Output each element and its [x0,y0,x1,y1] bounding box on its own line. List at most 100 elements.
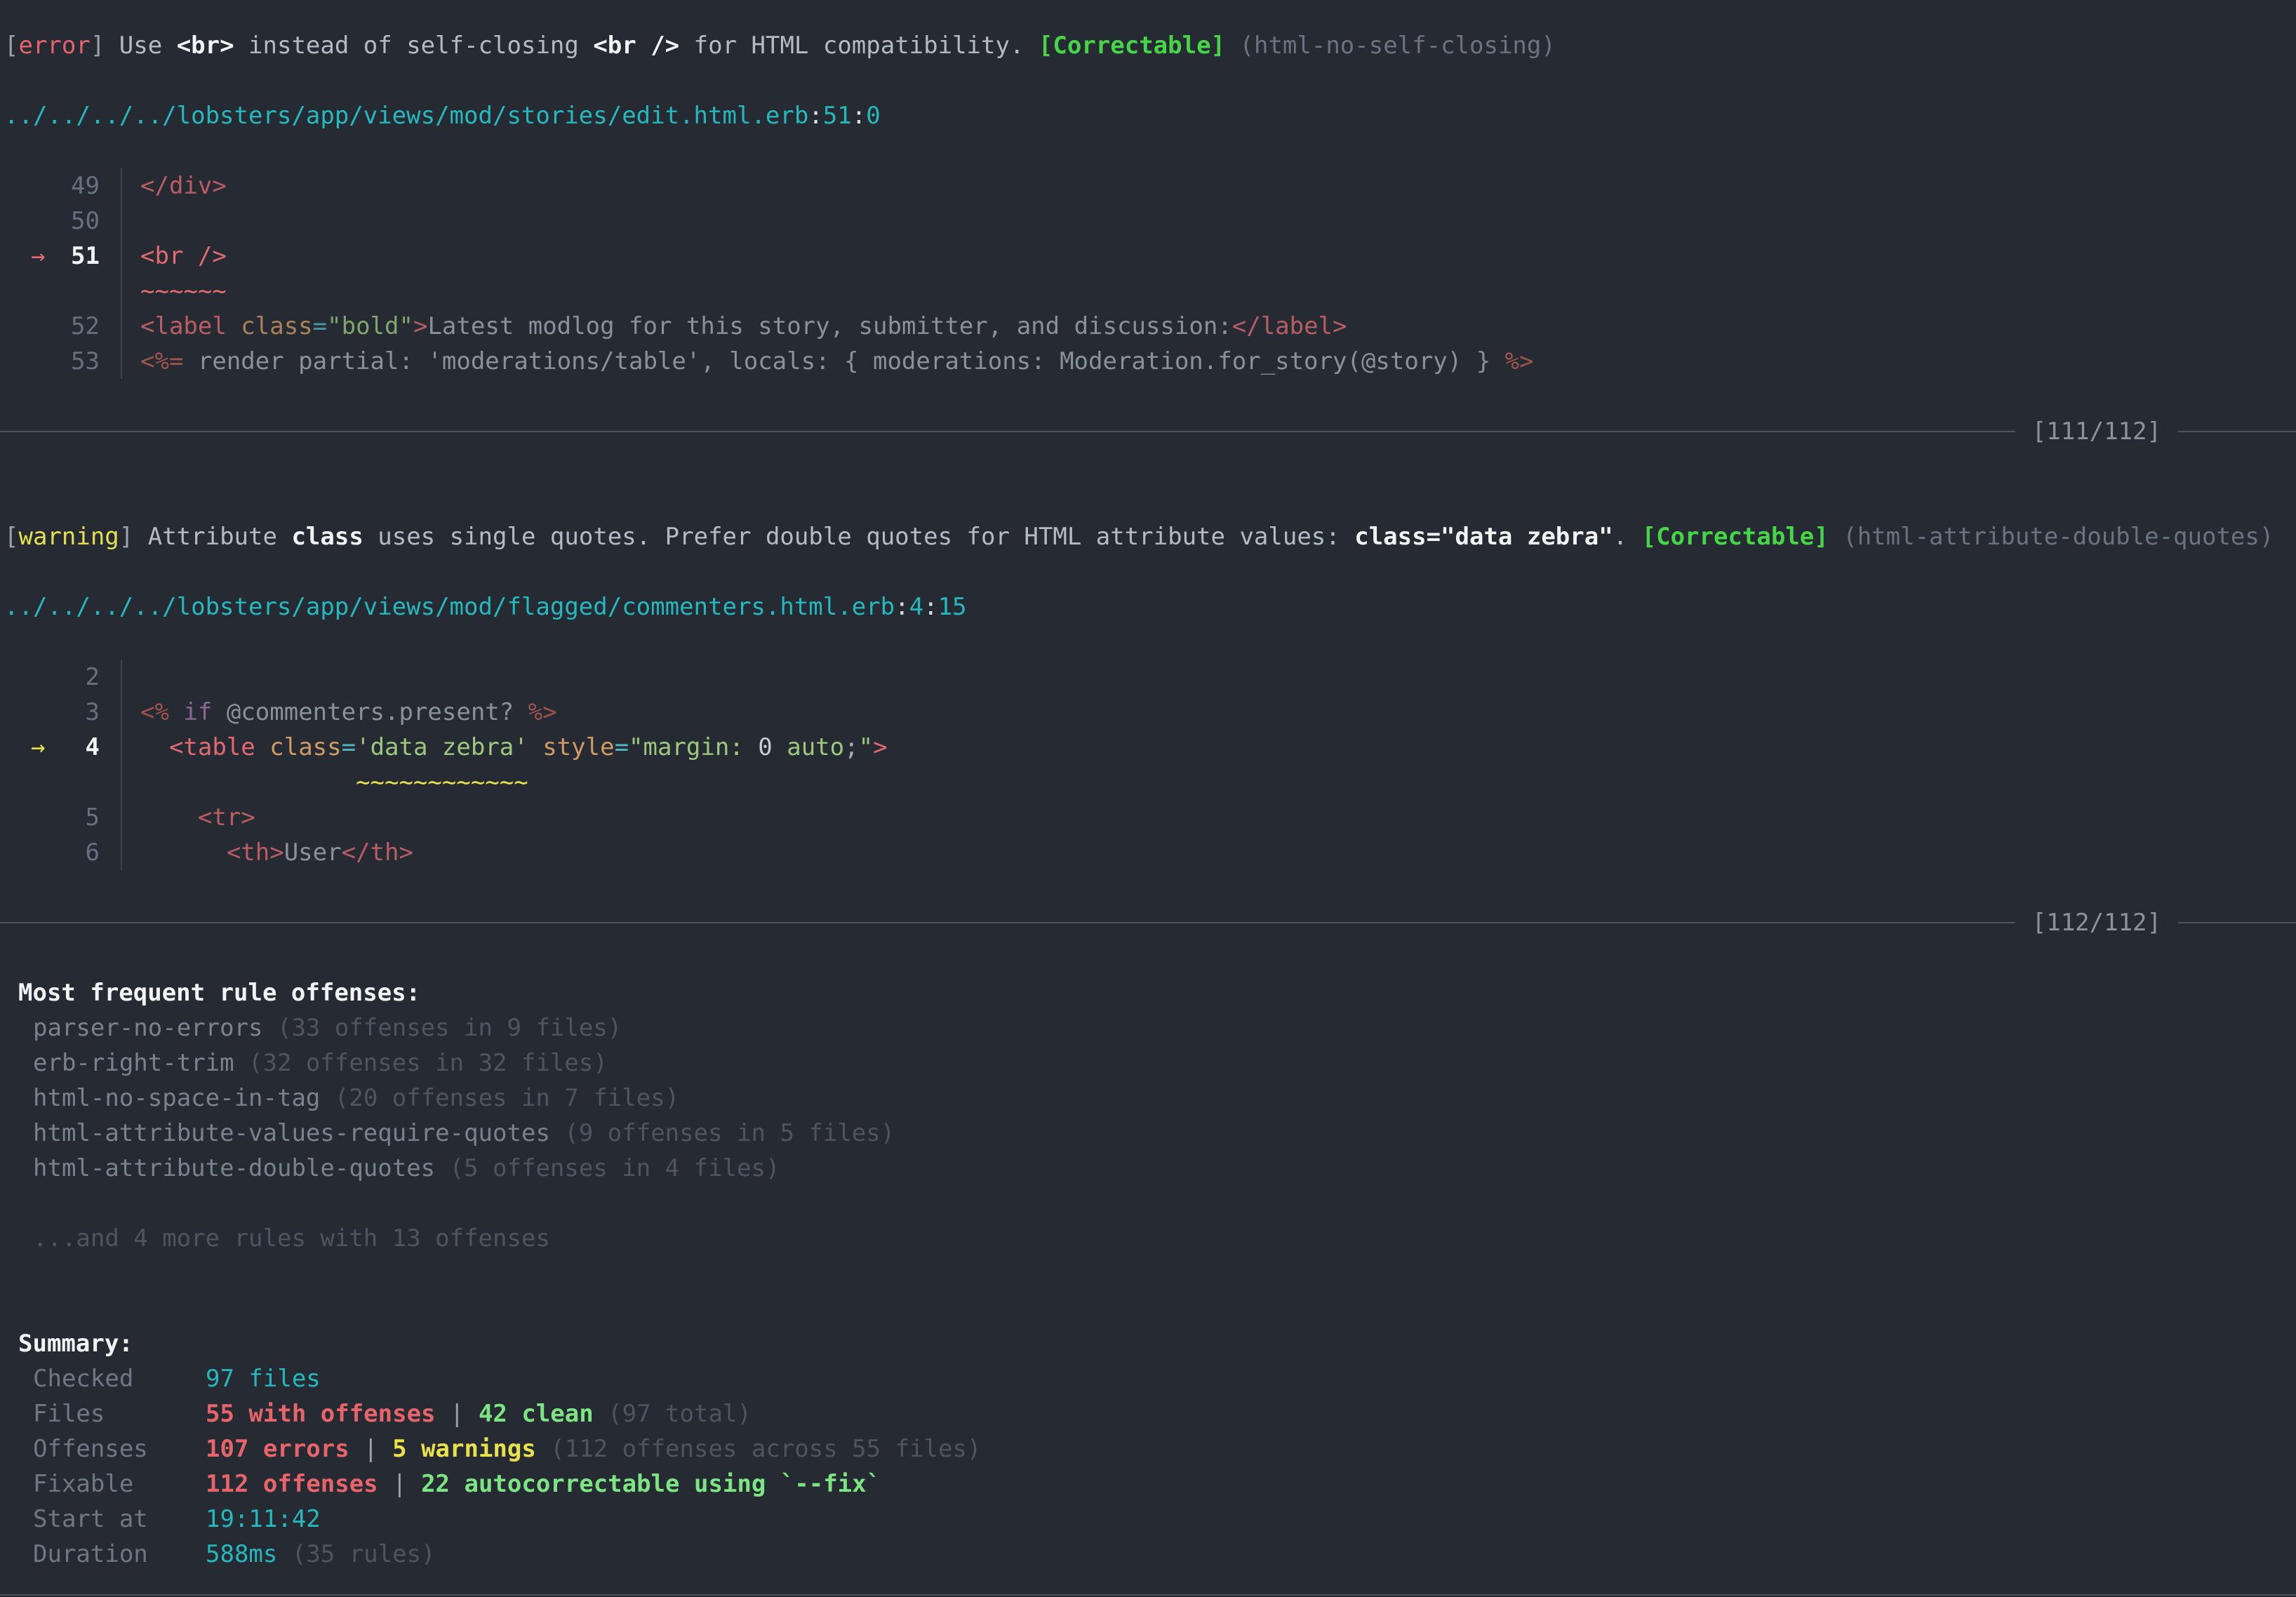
summary-value-autocorrectable: 22 autocorrectable using `--fix` [421,1470,881,1498]
gutter-divider [121,660,122,695]
blank-line [0,484,2296,519]
summary-row-files: Files55 with offenses | 42 clean (97 tot… [0,1396,2296,1431]
code-token: <%= [140,347,183,375]
blank-line [0,379,2296,414]
gutter-divider [121,168,122,203]
msg-text: Use [119,32,177,60]
code-snippet: 2 3<% if @commenters.present? %> →4 <tab… [0,660,2296,870]
code-line-6: 6 <th>User</th> [0,835,2296,870]
blank-line [0,940,2296,975]
progress-divider: [111/112] [0,414,2296,449]
summary-note: (35 rules) [277,1540,435,1568]
gutter-divider [121,835,122,870]
correctable-badge: [Correctable] [1642,523,1829,551]
summary-row-checked: Checked97 files [0,1361,2296,1396]
path-colon: : [808,102,822,130]
code-content: <br /> [140,242,227,270]
path-colon: : [852,102,866,130]
msg-text: . [1613,523,1642,551]
code-token: <tr> [140,803,255,831]
rule-offense-item: erb-right-trim (32 offenses in 32 files) [0,1045,2296,1081]
summary-heading: Summary: [0,1326,2296,1361]
msg-text: uses single quotes. Prefer double quotes… [363,523,1354,551]
rule-offense-name: html-no-space-in-tag [33,1084,320,1112]
blank-line [0,624,2296,660]
code-content: <table class='data zebra' style="margin:… [140,733,888,761]
rule-name: (html-no-self-closing) [1240,32,1556,60]
summary-section: Summary: Checked97 files Files55 with of… [0,1326,2296,1572]
code-token: > [413,312,427,340]
blank-line [0,1256,2296,1291]
code-token: <label [140,312,227,340]
summary-label: Checked [33,1361,206,1396]
code-content: <% if @commenters.present? %> [140,698,557,726]
summary-value-duration: 588ms [206,1540,277,1568]
path-line-number: 4 [909,593,923,621]
gutter-divider [121,765,122,800]
file-path: ../../../../lobsters/app/views/mod/stori… [0,98,2296,133]
code-line-3: 3<% if @commenters.present? %> [0,695,2296,730]
code-token: <table [169,733,255,761]
severity-label: error [18,32,90,60]
msg-code: class="data zebra" [1354,523,1613,551]
summary-note: (112 offenses across 55 files) [536,1435,982,1463]
code-token: = [342,733,356,761]
progress-counter: [111/112] [2015,414,2178,449]
severity-bracket: [ [4,523,18,551]
code-token: " [859,733,873,761]
summary-value-start-time: 19:11:42 [206,1505,321,1533]
blank-line [0,1291,2296,1326]
code-token: </th> [342,838,413,867]
code-line-53: 53<%= render partial: 'moderations/table… [0,344,2296,379]
offense-pointer-arrow: → [31,239,45,274]
code-token: 0 [758,733,772,761]
code-token: @commenters.present? [212,698,528,726]
code-token: </label> [1232,312,1347,340]
summary-value-warnings: 5 warnings [392,1435,536,1463]
rule-offense-name: html-attribute-values-require-quotes [33,1119,550,1147]
divider-line [0,922,2015,923]
msg-text [1829,523,1843,551]
code-token: <th> [140,838,284,867]
code-token: "bold" [327,312,413,340]
code-token: </div> [140,172,227,200]
rule-offense-name: html-attribute-double-quotes [33,1154,435,1182]
rule-offenses-heading: Most frequent rule offenses: [0,975,2296,1010]
offense-message: [warning] Attribute class uses single qu… [0,519,2296,554]
summary-label: Files [33,1396,206,1431]
offense-underline-row: ~~~~~~ [0,274,2296,309]
path-colon: : [895,593,909,621]
severity-bracket: ] [91,32,119,60]
code-token: auto [773,733,844,761]
code-token: Latest modlog for this story, submitter,… [427,312,1232,340]
code-content: ~~~~~~ [140,277,227,305]
line-number: 5 [4,800,100,835]
code-line-50: 50 [0,203,2296,239]
rule-offenses-section: Most frequent rule offenses: parser-no-e… [0,975,2296,1326]
code-token: 'data zebra' [356,733,528,761]
code-token: if [169,698,212,726]
rule-offense-count: (20 offenses in 7 files) [320,1084,679,1112]
summary-row-start-at: Start at19:11:42 [0,1502,2296,1537]
rule-offense-item: html-attribute-double-quotes (5 offenses… [0,1151,2296,1186]
gutter-divider [121,800,122,835]
divider-line [2178,431,2296,432]
offense-underline: ~~~~~~~~~~~~ [356,768,528,796]
rule-offense-count: (32 offenses in 32 files) [234,1049,608,1077]
severity-label: warning [18,523,119,551]
code-line-52: 52 <label class="bold">Latest modlog for … [0,309,2296,344]
summary-note: (97 total) [594,1400,752,1428]
code-line-2: 2 [0,660,2296,695]
msg-code: <br /> [593,32,679,60]
code-token: class [227,312,313,340]
rule-offense-item: html-no-space-in-tag (20 offenses in 7 f… [0,1081,2296,1116]
rule-offense-count: (5 offenses in 4 files) [435,1154,780,1182]
blank-line [0,63,2296,98]
divider-line [0,431,2015,432]
msg-text: instead of self-closing [234,32,594,60]
file-path: ../../../../lobsters/app/views/mod/flagg… [0,589,2296,624]
msg-text: Attribute [148,523,292,551]
msg-code: <br> [177,32,234,60]
code-content: <label class="bold">Latest modlog for th… [140,312,1347,340]
line-number: 52 [4,309,100,344]
